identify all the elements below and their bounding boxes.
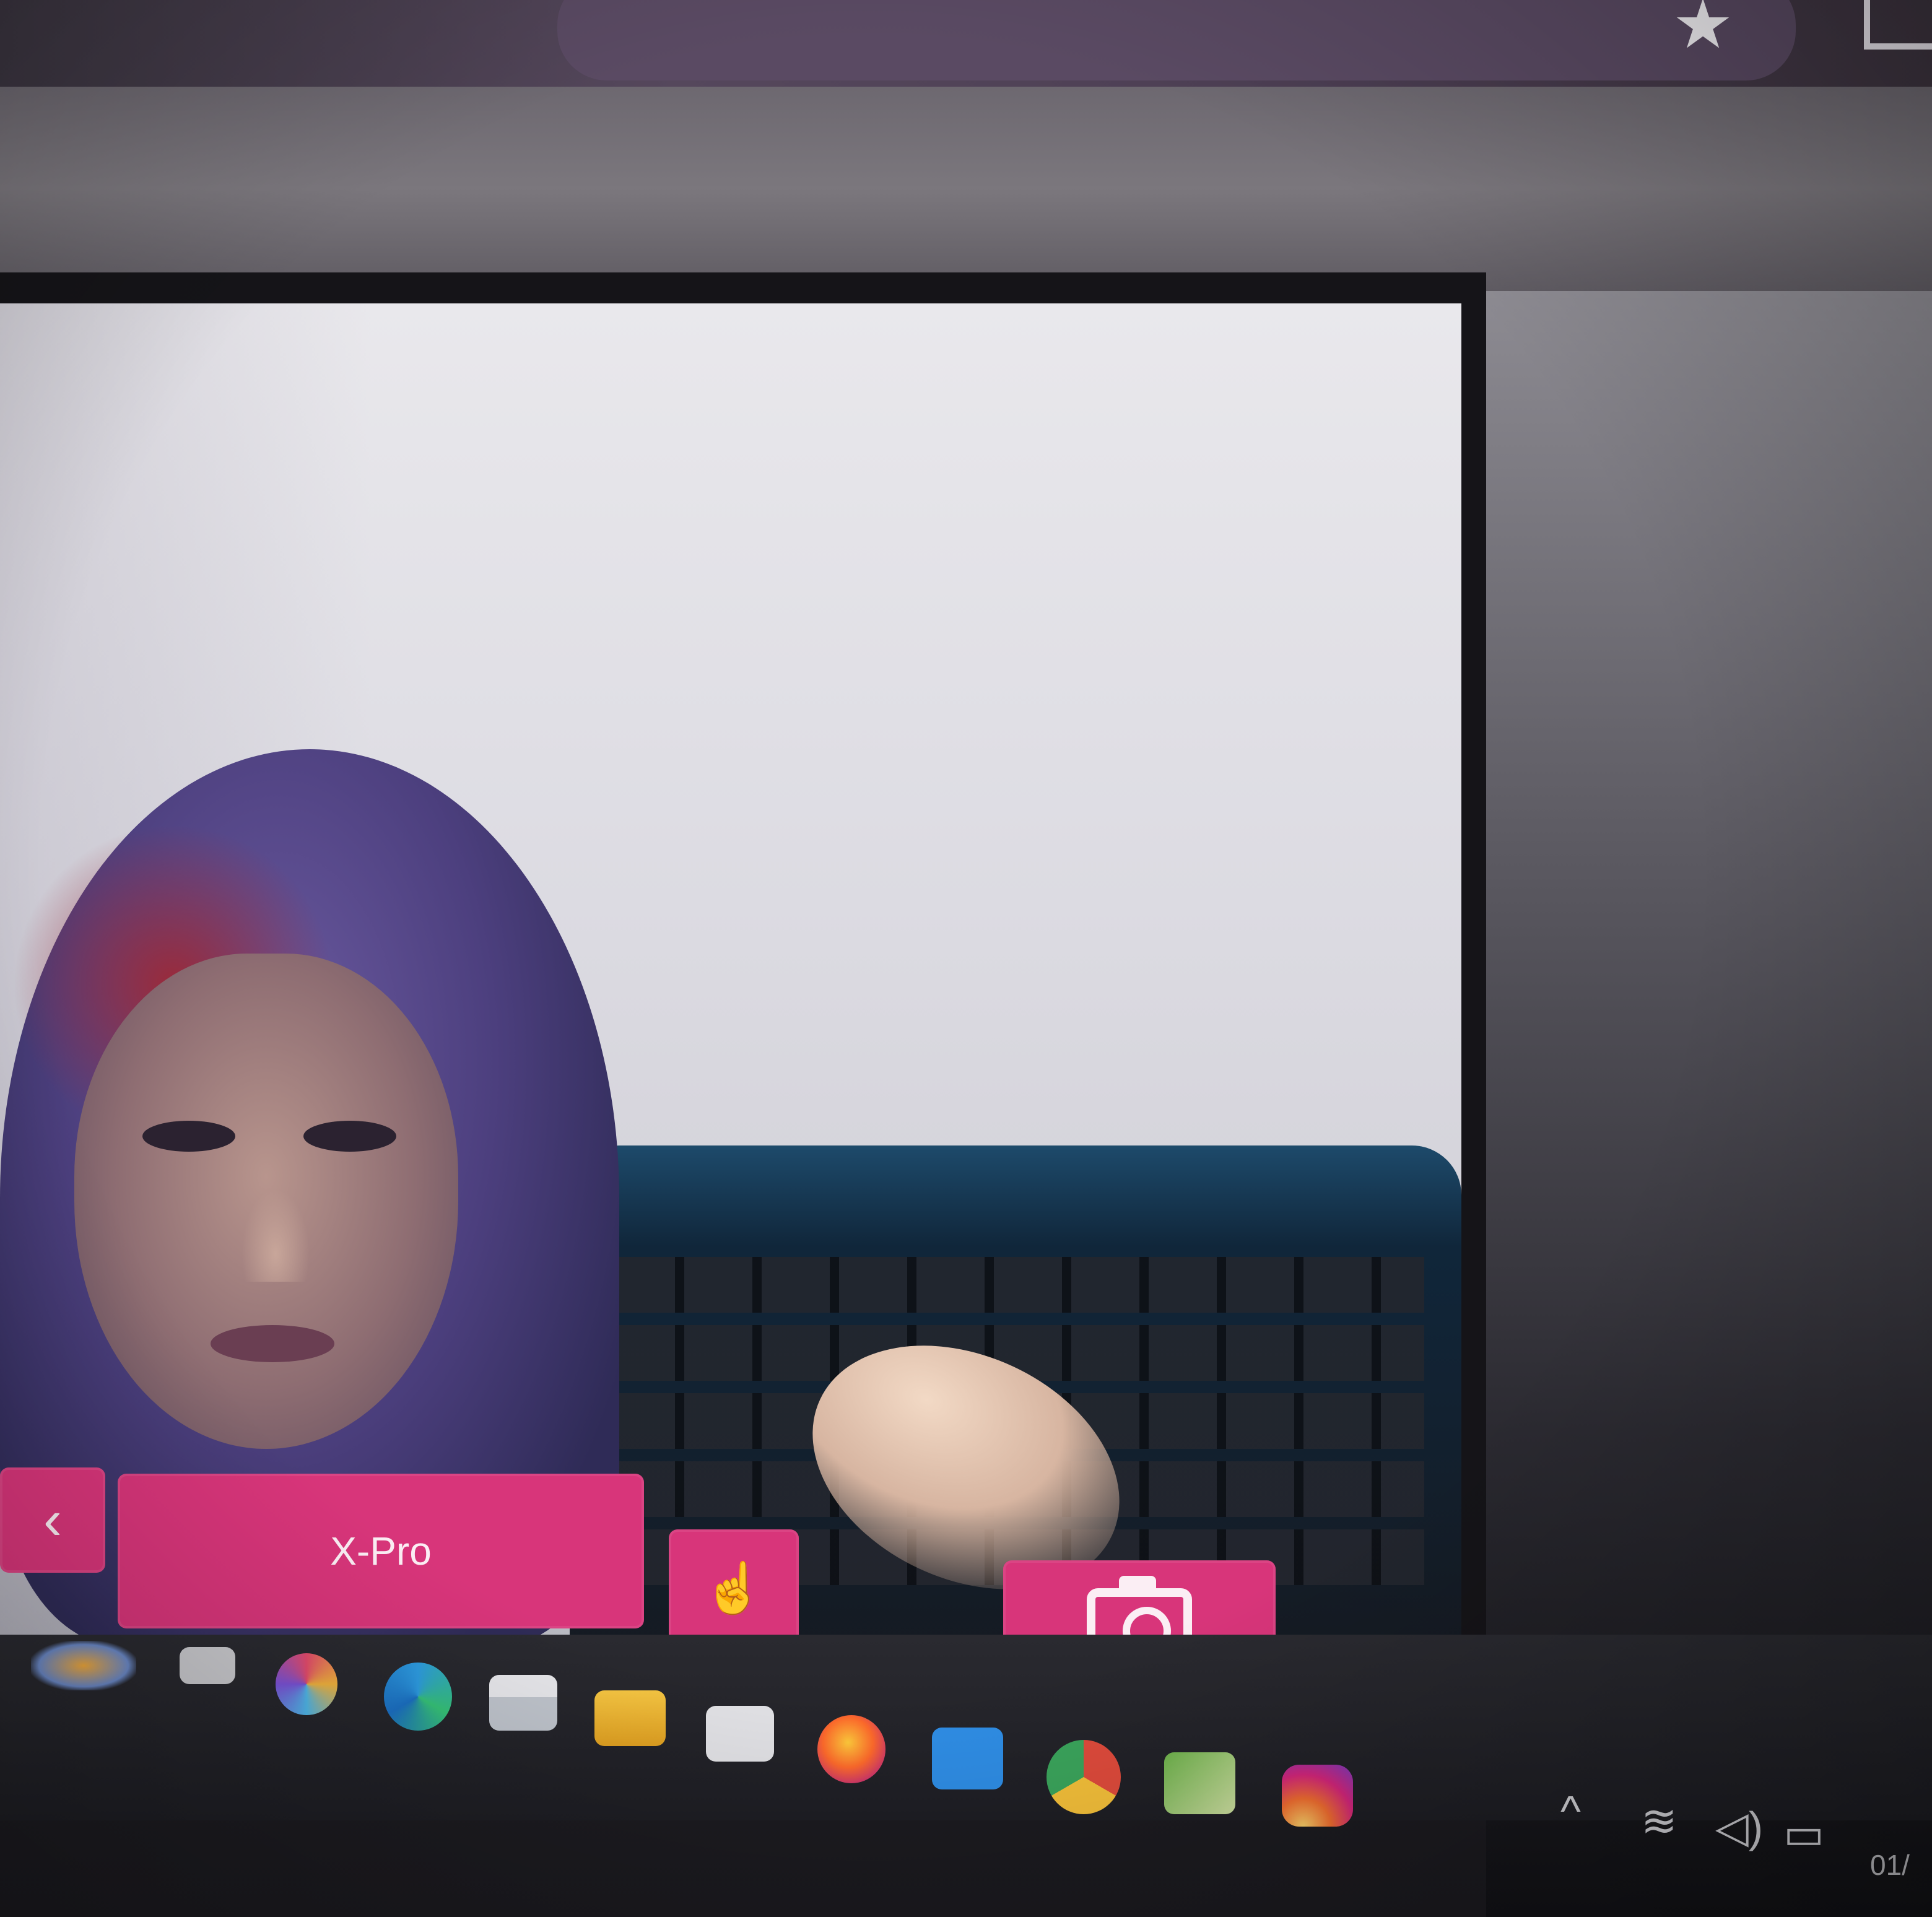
puzzle-icon[interactable] bbox=[1864, 0, 1932, 50]
mode-label: X-Pro bbox=[330, 1529, 432, 1573]
webcam-preview bbox=[0, 303, 1461, 1635]
address-bar[interactable] bbox=[557, 0, 1796, 80]
star-icon[interactable]: ★ bbox=[1666, 0, 1740, 59]
left-eye bbox=[142, 1121, 235, 1152]
battery-icon[interactable]: ▭ bbox=[1783, 1808, 1824, 1859]
mouth bbox=[211, 1325, 334, 1362]
right-eye bbox=[303, 1121, 396, 1152]
browser-content-top-band bbox=[0, 87, 1932, 291]
firefox-icon[interactable] bbox=[817, 1715, 886, 1783]
browser-toolbar: ★ bbox=[0, 0, 1932, 87]
chevron-left-icon: ‹ bbox=[43, 1489, 62, 1551]
clock[interactable]: 01/ bbox=[1870, 1848, 1910, 1882]
copilot-icon[interactable] bbox=[276, 1653, 337, 1715]
store-icon[interactable] bbox=[706, 1706, 774, 1762]
keyboard-row bbox=[607, 1257, 1424, 1313]
spreadsheet-app-icon[interactable] bbox=[1164, 1752, 1235, 1814]
wifi-icon[interactable]: ≋ bbox=[1641, 1796, 1677, 1846]
instagram-icon[interactable] bbox=[1282, 1765, 1353, 1827]
photo-of-laptop-screen: ★ ‹ X-Pro ☝ ^ ≋ ◁) ▭ 01/ bbox=[0, 0, 1932, 1917]
gesture-button[interactable]: ☝ bbox=[669, 1529, 799, 1647]
mode-button[interactable]: X-Pro bbox=[118, 1474, 644, 1628]
prev-button[interactable]: ‹ bbox=[0, 1467, 105, 1573]
chrome-icon[interactable] bbox=[1046, 1740, 1121, 1814]
volume-icon[interactable]: ◁) bbox=[1715, 1802, 1763, 1853]
nose bbox=[242, 1189, 310, 1282]
search-icon[interactable] bbox=[180, 1647, 235, 1684]
explorer-app-icon[interactable] bbox=[489, 1675, 557, 1731]
weather-icon[interactable] bbox=[31, 1641, 136, 1690]
edge-icon[interactable] bbox=[384, 1663, 452, 1731]
hand-pointer-icon: ☝ bbox=[703, 1560, 765, 1615]
face bbox=[74, 954, 458, 1449]
file-explorer-icon[interactable] bbox=[594, 1690, 666, 1746]
blue-app-icon[interactable] bbox=[932, 1728, 1003, 1789]
chevron-up-icon[interactable]: ^ bbox=[1560, 1786, 1581, 1836]
